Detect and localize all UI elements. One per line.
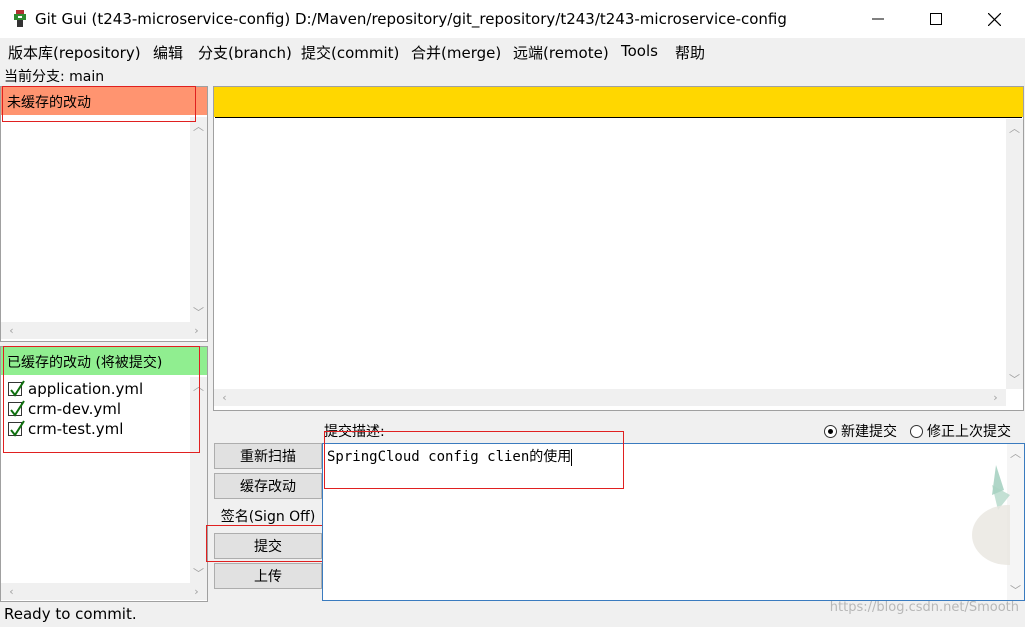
menu-commit[interactable]: 提交(commit) xyxy=(301,42,399,63)
unstaged-horizontal-scrollbar[interactable]: ‹ › xyxy=(1,322,207,339)
current-branch-label: 当前分支: main xyxy=(4,69,105,85)
staged-changes-header: 已缓存的改动 (将被提交) xyxy=(1,347,207,375)
staged-file-name: crm-dev.yml xyxy=(28,400,122,418)
staged-file-name: application.yml xyxy=(28,380,144,398)
diff-vertical-scrollbar[interactable]: ︿ ﹀ xyxy=(1006,119,1023,389)
diff-horizontal-scrollbar[interactable]: ‹ › xyxy=(214,389,1006,406)
menu-merge[interactable]: 合并(merge) xyxy=(411,42,501,63)
scroll-left-icon[interactable]: ‹ xyxy=(216,392,233,403)
checkbox-checked-icon[interactable] xyxy=(8,400,25,417)
close-button[interactable] xyxy=(965,0,1023,38)
diff-divider xyxy=(215,117,1022,118)
amend-commit-radio[interactable] xyxy=(910,424,923,438)
commit-message-text: SpringCloud config clien的使用 xyxy=(327,449,572,465)
new-commit-label: 新建提交 xyxy=(841,424,897,440)
staged-horizontal-scrollbar[interactable]: ‹ › xyxy=(1,583,207,600)
plant-pot-decoration-icon xyxy=(972,465,1010,565)
new-commit-option[interactable]: 新建提交 xyxy=(824,421,897,441)
minimize-button[interactable] xyxy=(849,0,907,38)
window-title: Git Gui (t243-microservice-config) D:/Ma… xyxy=(35,10,787,28)
checkbox-checked-icon[interactable] xyxy=(8,380,25,397)
title-bar: Git Gui (t243-microservice-config) D:/Ma… xyxy=(0,0,1025,38)
push-button[interactable]: 上传 xyxy=(214,563,322,589)
new-commit-radio[interactable] xyxy=(824,424,837,438)
scroll-down-icon[interactable]: ﹀ xyxy=(190,307,207,318)
text-caret xyxy=(571,448,573,466)
scroll-up-icon[interactable]: ︿ xyxy=(1006,123,1023,134)
scroll-up-icon[interactable]: ︿ xyxy=(190,381,207,392)
scroll-down-icon[interactable]: ﹀ xyxy=(1007,585,1024,596)
watermark-text: https://blog.csdn.net/Smooth xyxy=(829,600,1019,615)
minimize-icon xyxy=(872,18,884,20)
staged-file-name: crm-test.yml xyxy=(28,420,124,438)
unstaged-changes-panel: 未缓存的改动 ︿ ﹀ ‹ › xyxy=(0,86,208,342)
staged-file-row[interactable]: application.yml xyxy=(8,379,143,399)
git-gui-icon xyxy=(14,10,26,27)
staged-vertical-scrollbar[interactable]: ︿ ﹀ xyxy=(190,377,207,583)
menu-branch[interactable]: 分支(branch) xyxy=(198,42,292,63)
scroll-left-icon[interactable]: ‹ xyxy=(3,586,20,597)
diff-viewer: ︿ ﹀ ‹ › xyxy=(213,86,1024,411)
menu-remote[interactable]: 远端(remote) xyxy=(513,42,609,63)
amend-commit-option[interactable]: 修正上次提交 xyxy=(910,421,1011,441)
scroll-down-icon[interactable]: ﹀ xyxy=(1006,374,1023,385)
status-bar-text: Ready to commit. xyxy=(4,605,137,623)
sign-off-button[interactable]: 签名(Sign Off) xyxy=(214,503,322,529)
maximize-icon xyxy=(930,13,942,25)
menu-tools[interactable]: Tools xyxy=(621,42,658,60)
commit-message-label: 提交描述: xyxy=(324,424,385,440)
maximize-button[interactable] xyxy=(907,0,965,38)
commit-message-input[interactable]: SpringCloud config clien的使用 ︿ ﹀ xyxy=(322,443,1025,601)
amend-commit-label: 修正上次提交 xyxy=(927,424,1011,440)
menu-bar: 版本库(repository) 编辑 分支(branch) 提交(commit)… xyxy=(0,38,1025,64)
menu-help[interactable]: 帮助 xyxy=(675,42,705,63)
menu-repository[interactable]: 版本库(repository) xyxy=(8,42,141,63)
menu-edit[interactable]: 编辑 xyxy=(153,42,183,63)
unstaged-changes-header: 未缓存的改动 xyxy=(1,87,207,115)
scroll-down-icon[interactable]: ﹀ xyxy=(190,568,207,579)
scroll-up-icon[interactable]: ︿ xyxy=(190,121,207,132)
commit-button[interactable]: 提交 xyxy=(214,533,322,559)
close-icon xyxy=(987,12,1001,26)
staged-file-row[interactable]: crm-test.yml xyxy=(8,419,123,439)
scroll-left-icon[interactable]: ‹ xyxy=(3,325,20,336)
rescan-button[interactable]: 重新扫描 xyxy=(214,443,322,469)
scroll-right-icon[interactable]: › xyxy=(188,325,205,336)
unstaged-vertical-scrollbar[interactable]: ︿ ﹀ xyxy=(190,117,207,322)
checkbox-checked-icon[interactable] xyxy=(8,420,25,437)
scroll-right-icon[interactable]: › xyxy=(987,392,1004,403)
stage-changes-button[interactable]: 缓存改动 xyxy=(214,473,322,499)
staged-changes-panel: 已缓存的改动 (将被提交) application.yml crm-dev.yml… xyxy=(0,346,208,602)
staged-file-row[interactable]: crm-dev.yml xyxy=(8,399,121,419)
scroll-right-icon[interactable]: › xyxy=(188,586,205,597)
diff-header-bar xyxy=(214,87,1023,117)
